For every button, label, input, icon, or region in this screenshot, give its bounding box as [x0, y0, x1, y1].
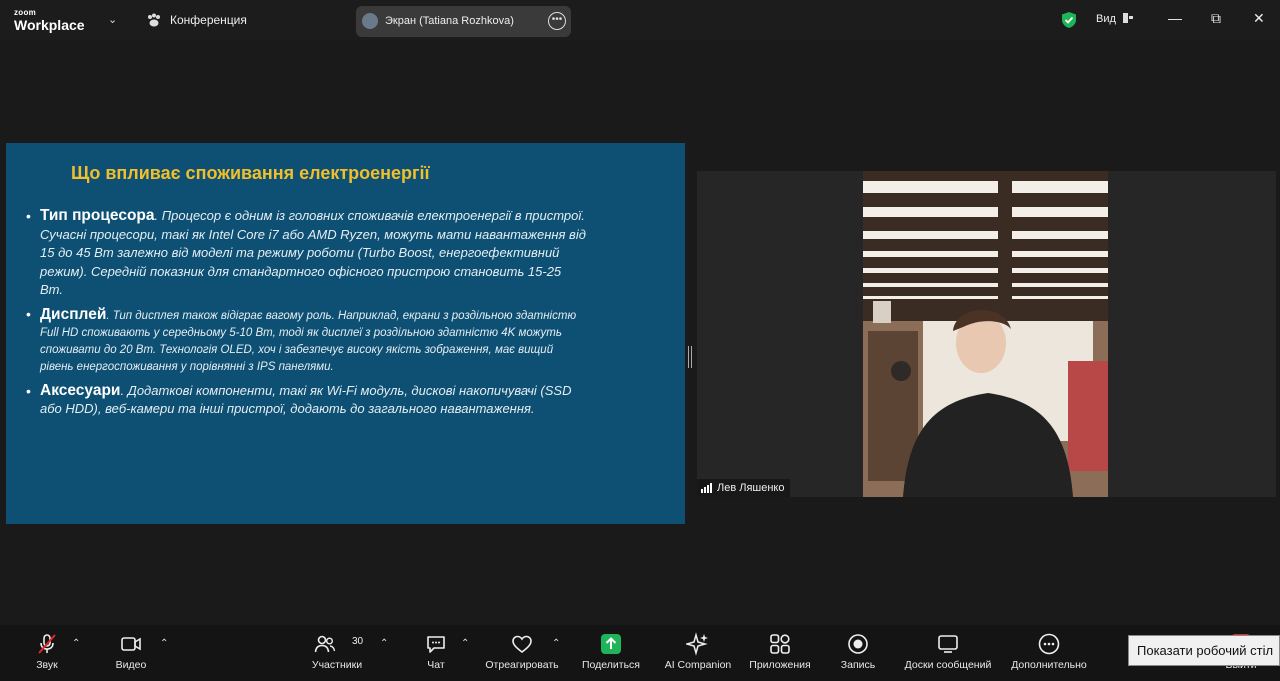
ai-companion-label: AI Companion [664, 659, 732, 671]
react-button[interactable]: Отреагировать [481, 625, 563, 681]
chevron-down-icon[interactable]: ⌄ [108, 13, 117, 26]
react-label: Отреагировать [485, 659, 559, 671]
video-options-caret-icon[interactable]: ⌃ [160, 638, 168, 649]
title-bar: zoom Workplace ⌄ Конференция Экран (Tati… [0, 0, 1280, 40]
share-button[interactable]: Поделиться [578, 625, 644, 681]
screen-share-label: Экран (Tatiana Rozhkova) [385, 15, 514, 27]
video-button[interactable]: Видео [104, 625, 158, 681]
more-options-icon[interactable]: ••• [548, 12, 566, 30]
more-label: Дополнительно [1011, 659, 1087, 671]
bullet-text: . Додаткові компоненти, такі як Wi-Fi мо… [40, 382, 572, 417]
meeting-toolbar: Звук ⌃ Видео ⌃ 30 Участники ⌃ Чат ⌃ Отре… [0, 625, 1280, 681]
apps-icon [770, 634, 790, 654]
participants-options-caret-icon[interactable]: ⌃ [380, 638, 388, 649]
view-button[interactable]: Вид [1096, 13, 1116, 25]
slide-bullet-list: Тип процесора. Процесор є одним із голов… [26, 207, 586, 425]
slide-title: Що впливає споживання електроенергії [71, 163, 430, 183]
participant-name: Лев Ляшенко [717, 482, 785, 494]
bullet-item: Аксесуари. Додаткові компоненти, такі як… [26, 382, 586, 419]
chat-options-caret-icon[interactable]: ⌃ [461, 638, 469, 649]
minimize-icon[interactable]: — [1168, 10, 1182, 26]
ai-companion-button[interactable]: AI Companion [660, 625, 736, 681]
record-icon [848, 634, 868, 654]
more-button[interactable]: Дополнительно [1006, 625, 1092, 681]
react-options-caret-icon[interactable]: ⌃ [552, 638, 560, 649]
audio-options-caret-icon[interactable]: ⌃ [72, 638, 80, 649]
participants-button[interactable]: 30 Участники [308, 625, 366, 681]
chat-bubble-icon [427, 636, 445, 653]
audio-button[interactable]: Звук [20, 625, 74, 681]
bullet-item: Дисплей. Тип дисплея також відіграє ваго… [26, 306, 586, 376]
bullet-item: Тип процесора. Процесор є одним із голов… [26, 207, 586, 300]
restore-icon[interactable]: ⧉ [1211, 10, 1221, 27]
whiteboards-button[interactable]: Доски сообщений [898, 625, 998, 681]
camera-image [863, 171, 1108, 497]
logo-line2: Workplace [14, 17, 85, 33]
bullet-term: Дисплей [40, 305, 107, 323]
bullet-term: Аксесуари [40, 381, 121, 399]
heart-icon [512, 635, 532, 654]
whiteboards-label: Доски сообщений [904, 659, 992, 671]
share-label: Поделиться [582, 659, 640, 671]
participants-count: 30 [352, 636, 364, 647]
split-resize-handle[interactable] [688, 346, 692, 368]
chat-label: Чат [427, 659, 445, 671]
muted-microphone-icon [38, 634, 56, 654]
participants-icon [315, 635, 336, 653]
conference-label: Конференция [170, 13, 247, 27]
whiteboard-icon [938, 635, 958, 653]
paw-icon [148, 13, 160, 27]
video-label: Видео [115, 659, 147, 671]
shared-screen-slide: Що впливає споживання електроенергії Тип… [6, 143, 685, 524]
more-dots-icon [1038, 633, 1060, 655]
bullet-term: Тип процесора [40, 207, 155, 224]
video-camera-icon [121, 637, 141, 651]
sharer-avatar [362, 13, 378, 29]
apps-label: Приложения [749, 659, 811, 671]
show-desktop-tooltip: Показати робочий стіл [1128, 635, 1280, 666]
participant-name-badge: Лев Ляшенко [697, 479, 791, 497]
participant-video-tile[interactable]: Лев Ляшенко [697, 171, 1276, 497]
bullet-text: . Тип дисплея також відіграє вагому роль… [40, 309, 577, 373]
close-icon[interactable]: ✕ [1253, 10, 1265, 27]
share-screen-icon [601, 634, 621, 654]
participant-camera-feed [863, 171, 1108, 497]
signal-strength-icon [701, 483, 712, 493]
record-label: Запись [840, 659, 876, 671]
record-button[interactable]: Запись [832, 625, 884, 681]
audio-label: Звук [36, 659, 58, 671]
screen-share-indicator[interactable]: Экран (Tatiana Rozhkova) ••• [356, 6, 571, 37]
chat-button[interactable]: Чат [414, 625, 458, 681]
sparkle-icon [686, 632, 708, 656]
zoom-workplace-logo: zoom Workplace [14, 8, 85, 33]
view-layout-icon[interactable] [1122, 12, 1134, 24]
conference-menu[interactable]: Конференция [146, 13, 247, 27]
logo-line1: zoom [14, 8, 37, 17]
security-shield-icon[interactable] [1061, 11, 1077, 29]
participants-label: Участники [311, 659, 363, 671]
apps-button[interactable]: Приложения [744, 625, 816, 681]
